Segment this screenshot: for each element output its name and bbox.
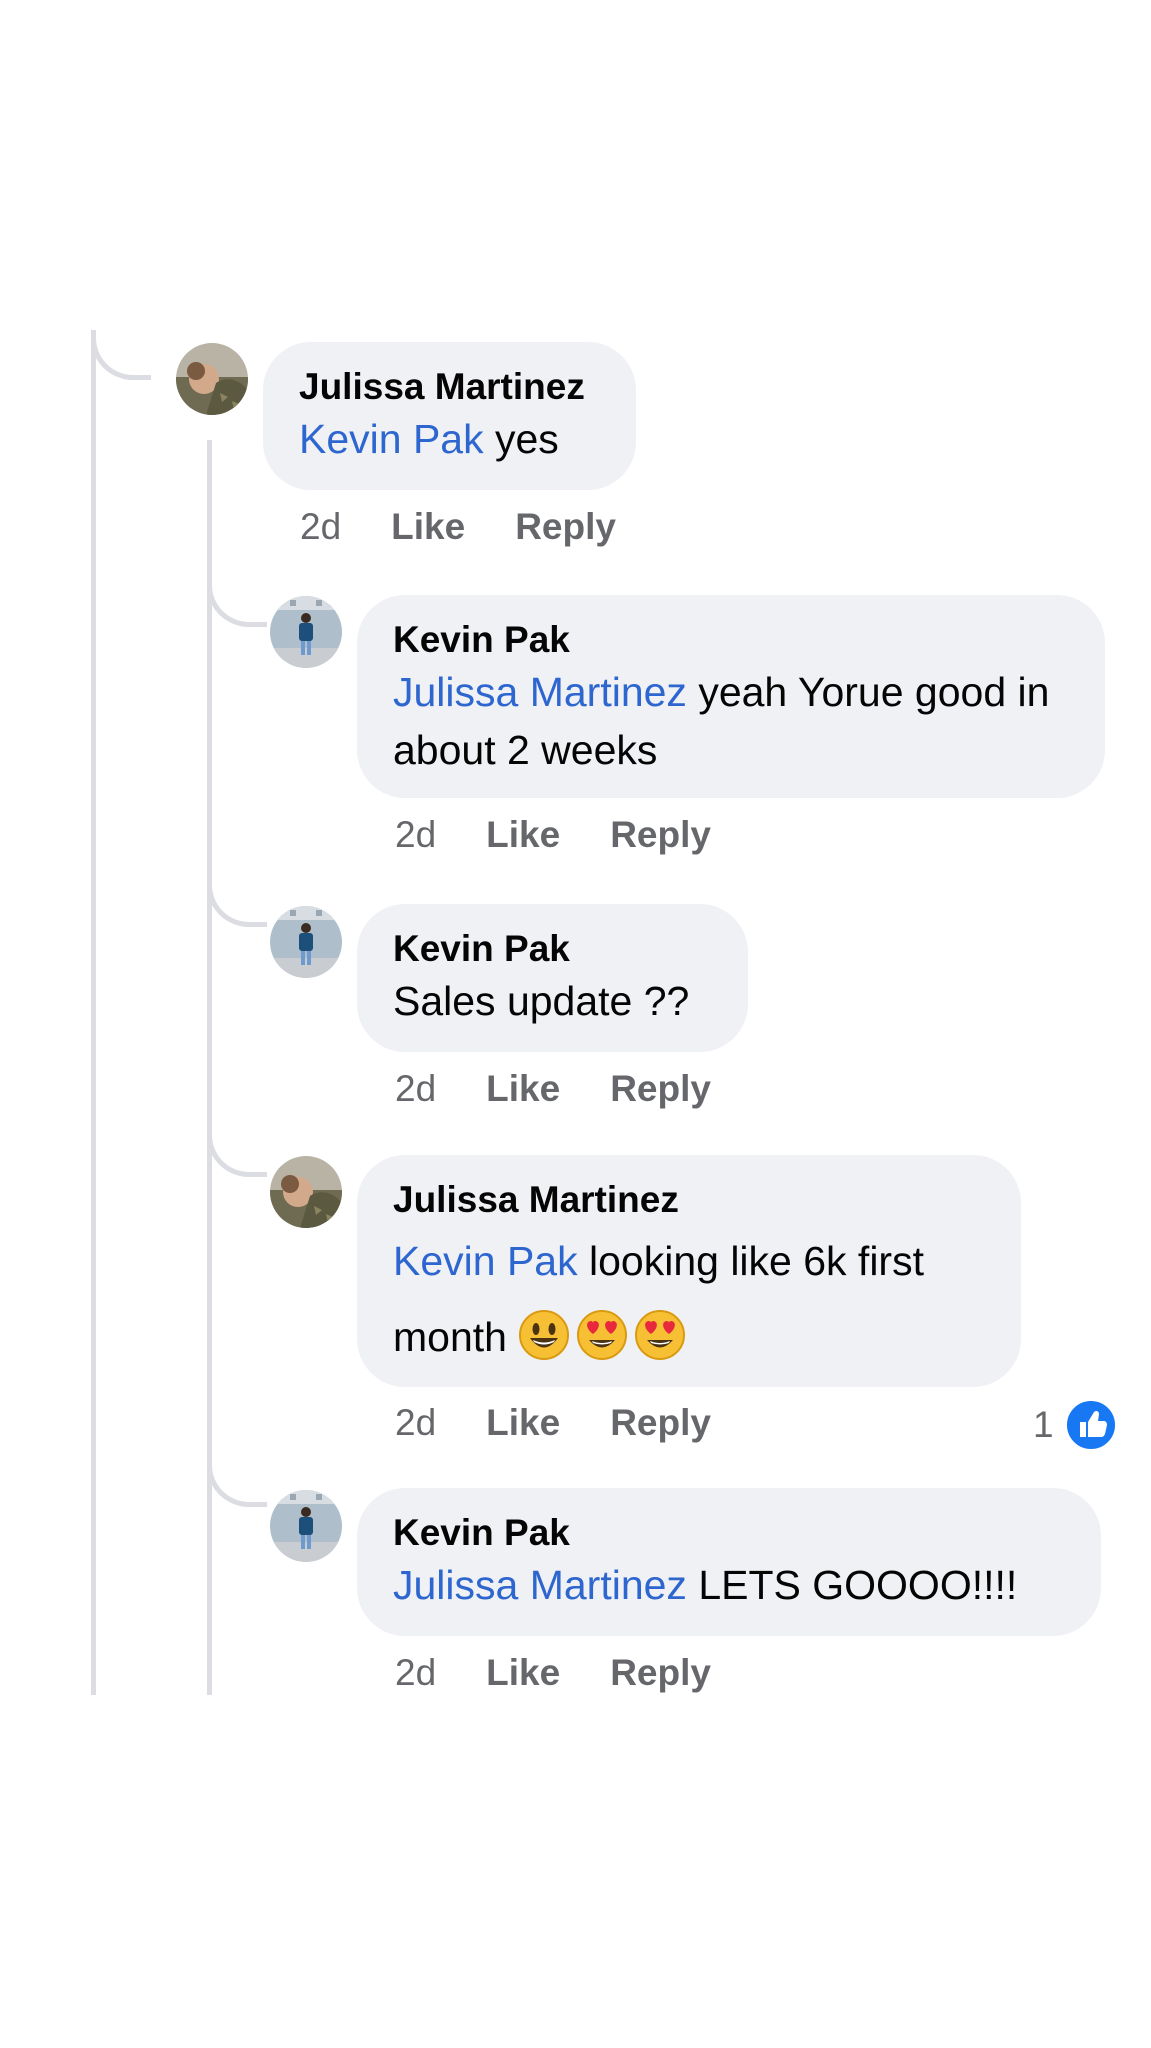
comment-bubble: Kevin Pak Julissa Martinez LETS GOOOO!!!… [357, 1488, 1101, 1636]
avatar-julissa-image [176, 343, 248, 415]
avatar[interactable] [270, 1156, 342, 1228]
comment-author[interactable]: Kevin Pak [393, 1510, 1065, 1556]
comment-meta: 2d Like Reply [395, 1650, 761, 1696]
comment-author[interactable]: Julissa Martinez [299, 364, 600, 410]
like-button[interactable]: Like [486, 1652, 560, 1693]
avatar-kevin-image [270, 906, 342, 978]
comment-author[interactable]: Kevin Pak [393, 617, 1069, 663]
reply-button[interactable]: Reply [610, 1652, 711, 1693]
comment-body: Sales update ?? [393, 978, 690, 1024]
thread-curve-4 [207, 1460, 267, 1507]
comment-bubble: Julissa Martinez Kevin Pak yes [263, 342, 636, 490]
comment-time: 2d [300, 506, 342, 547]
mention-link[interactable]: Julissa Martinez [393, 669, 687, 715]
thumbs-up-icon [1063, 1398, 1118, 1452]
reply-button[interactable]: Reply [610, 814, 711, 855]
reaction-count: 1 [1033, 1404, 1054, 1445]
thread-curve-2 [207, 880, 267, 927]
like-button[interactable]: Like [391, 506, 465, 547]
comment-text: Kevin Pak looking like 6k first month [393, 1223, 985, 1375]
comment-text: Julissa Martinez LETS GOOOO!!!! [393, 1556, 1065, 1614]
comment-text: Julissa Martinez yeah Yorue good in abou… [393, 663, 1069, 779]
comment-author[interactable]: Julissa Martinez [393, 1177, 985, 1223]
reply-button[interactable]: Reply [515, 506, 616, 547]
heart-eyes-face-icon [634, 1309, 686, 1361]
comment-text: Kevin Pak yes [299, 410, 600, 468]
thread-curve-1 [207, 580, 267, 627]
thread-curve-0 [91, 330, 151, 380]
avatar[interactable] [270, 1490, 342, 1562]
thread-line-outer [91, 330, 96, 1695]
reaction-summary[interactable]: 1 [1033, 1398, 1118, 1452]
comment-time: 2d [395, 1652, 437, 1693]
comment-time: 2d [395, 1402, 437, 1443]
avatar-kevin-image [270, 596, 342, 668]
comment-bubble: Kevin Pak Sales update ?? [357, 904, 748, 1052]
grinning-face-icon [518, 1309, 570, 1361]
thread-curve-3 [207, 1130, 267, 1177]
like-button[interactable]: Like [486, 1068, 560, 1109]
avatar-julissa-image [270, 1156, 342, 1228]
mention-link[interactable]: Kevin Pak [393, 1238, 578, 1284]
comment-time: 2d [395, 814, 437, 855]
thread-line-inner [207, 440, 212, 1695]
avatar-kevin-image [270, 1490, 342, 1562]
reply-button[interactable]: Reply [610, 1068, 711, 1109]
mention-link[interactable]: Julissa Martinez [393, 1562, 687, 1608]
avatar[interactable] [176, 343, 248, 415]
reply-button[interactable]: Reply [610, 1402, 711, 1443]
heart-eyes-face-icon [576, 1309, 628, 1361]
like-button[interactable]: Like [486, 814, 560, 855]
comment-meta: 2d Like Reply [395, 1066, 761, 1112]
comment-author[interactable]: Kevin Pak [393, 926, 712, 972]
comment-bubble: Kevin Pak Julissa Martinez yeah Yorue go… [357, 595, 1105, 798]
comment-bubble: Julissa Martinez Kevin Pak looking like … [357, 1155, 1021, 1387]
avatar[interactable] [270, 596, 342, 668]
comment-body: yes [483, 416, 559, 462]
comment-time: 2d [395, 1068, 437, 1109]
avatar[interactable] [270, 906, 342, 978]
comment-meta: 2d Like Reply [300, 504, 666, 550]
like-button[interactable]: Like [486, 1402, 560, 1443]
comment-body: LETS GOOOO!!!! [686, 1562, 1018, 1608]
comment-meta: 2d Like Reply [395, 1400, 761, 1446]
comment-meta: 2d Like Reply [395, 812, 761, 858]
mention-link[interactable]: Kevin Pak [299, 416, 484, 462]
